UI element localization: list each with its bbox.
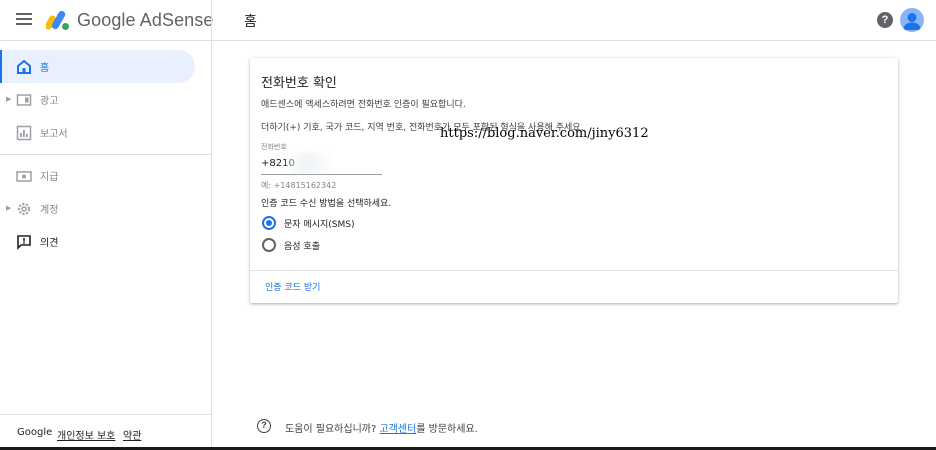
voice-call-radio-label[interactable]: 음성 호출 — [284, 239, 320, 252]
sidebar-item-payments[interactable]: 지급 — [0, 159, 195, 192]
settings-icon — [18, 203, 30, 215]
privacy-link[interactable]: 개인정보 보호 — [57, 427, 115, 442]
top-app-bar: Google AdSense 홈 ? — [0, 0, 936, 41]
payments-icon — [16, 171, 32, 182]
help-circle-icon: ? — [257, 419, 271, 433]
sidebar-item-label: 지급 — [40, 172, 59, 183]
sidebar-item-label: 홈 — [40, 63, 50, 74]
expand-caret-icon[interactable]: ▶ — [6, 204, 11, 212]
sidebar-item-account[interactable]: ▶ 계정 — [0, 192, 195, 225]
app-name: Google AdSense — [77, 10, 214, 30]
help-center-link[interactable]: 고객센터 — [379, 424, 416, 435]
sidebar-divider — [0, 154, 211, 155]
expand-caret-icon[interactable]: ▶ — [6, 95, 11, 103]
sidebar-item-label: 의견 — [40, 238, 59, 249]
help-text-before: 도움이 필요하십니까? — [285, 424, 380, 435]
page-title: 홈 — [244, 14, 257, 30]
home-icon — [17, 59, 31, 74]
redacted-number — [286, 153, 336, 173]
phone-verification-card: 전화번호 확인 애드센스에 액세스하려면 전화번호 인증이 필요합니다. 더하기… — [250, 58, 898, 303]
sidebar-item-reports[interactable]: 보고서 — [0, 116, 195, 149]
blog-watermark: https://blog.naver.com/jiny6312 — [440, 126, 649, 141]
help-icon[interactable]: ? — [877, 12, 893, 28]
sms-radio-label[interactable]: 문자 메시지(SMS) — [284, 217, 354, 230]
method-prompt: 인증 코드 수신 방법을 선택하세요. — [261, 199, 392, 209]
adsense-logo-icon[interactable] — [46, 9, 70, 31]
phone-field-underline — [261, 174, 382, 175]
sidebar: 홈 ▶ 광고 보고서 지급 ▶ 계정 의견 Google 개인정보 보호 약관 — [0, 41, 212, 447]
sidebar-footer: Google 개인정보 보호 약관 — [0, 414, 211, 447]
card-description: 애드센스에 액세스하려면 전화번호 인증이 필요합니다. — [261, 100, 466, 110]
phone-field-label: 전화번호 — [261, 143, 287, 151]
ads-icon — [16, 94, 32, 106]
user-avatar-icon — [903, 13, 921, 30]
help-text: 도움이 필요하십니까? 고객센터를 방문하세요. — [285, 420, 478, 435]
sidebar-item-feedback[interactable]: 의견 — [0, 225, 195, 258]
google-brand: Google — [17, 427, 53, 438]
phone-field-example: 예: +14815162342 — [261, 181, 337, 190]
adsense-app: Google AdSense 홈 ? 홈 ▶ 광고 보고서 지급 ▶ 계정 의견… — [0, 0, 936, 450]
voice-call-radio[interactable] — [262, 238, 276, 252]
card-title: 전화번호 확인 — [261, 76, 337, 91]
help-text-after: 를 방문하세요. — [416, 424, 478, 435]
sidebar-item-label: 광고 — [40, 96, 59, 107]
reports-icon — [16, 125, 32, 141]
sidebar-item-label: 계정 — [40, 205, 59, 216]
get-code-button[interactable]: 인증 코드 받기 — [265, 280, 320, 293]
topbar-divider — [211, 0, 212, 41]
terms-link[interactable]: 약관 — [123, 427, 141, 442]
avatar[interactable] — [900, 8, 924, 32]
sms-radio[interactable] — [262, 216, 276, 230]
sidebar-item-home[interactable]: 홈 — [0, 50, 195, 83]
hamburger-menu-icon[interactable] — [16, 13, 32, 27]
sidebar-item-label: 보고서 — [40, 129, 68, 140]
feedback-icon — [17, 235, 31, 250]
sidebar-item-ads[interactable]: ▶ 광고 — [0, 83, 195, 116]
card-divider — [250, 270, 898, 271]
